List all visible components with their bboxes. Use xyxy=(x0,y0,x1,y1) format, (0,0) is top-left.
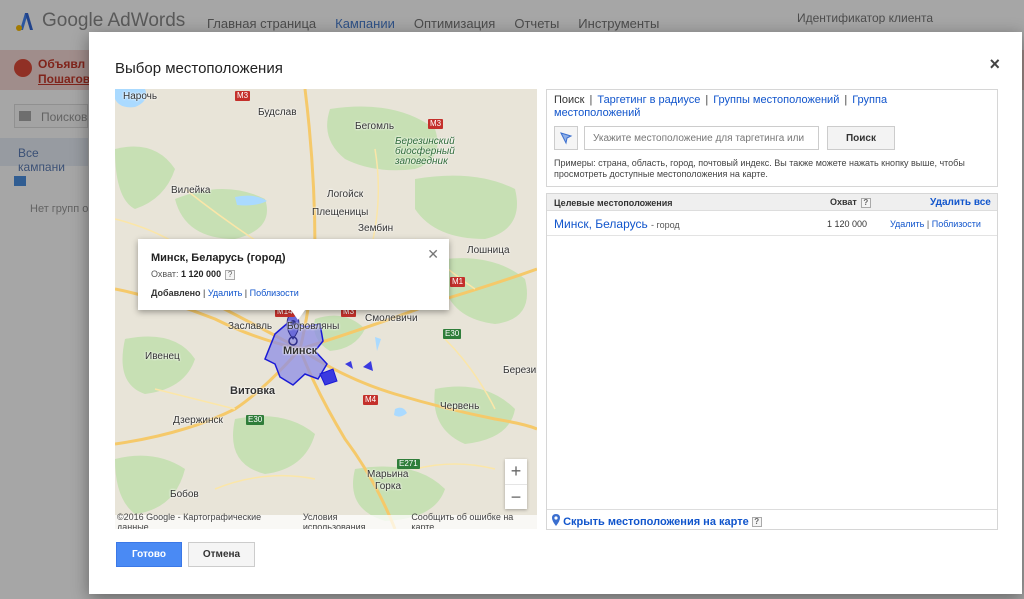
targeted-locations-table: Целевые местоположения Охват? Удалить вс… xyxy=(546,193,998,530)
map-label: Смолевичи xyxy=(365,313,418,324)
popup-reach: Охват: 1 120 000? xyxy=(151,269,236,280)
popup-title: Минск, Беларусь (город) xyxy=(151,252,286,264)
road-badge: E30 xyxy=(246,415,265,425)
search-tabs: Поиск | Таргетинг в радиусе | Группы местопо… xyxy=(554,94,888,119)
location-search-panel: Поиск | Таргетинг в радиусе | Группы местопо… xyxy=(546,89,998,187)
col-reach-header: Охват? xyxy=(830,197,871,208)
popup-nearby-link[interactable]: Поблизости xyxy=(250,288,299,298)
table-header: Целевые местоположения Охват? Удалить вс… xyxy=(547,194,997,211)
popup-remove-link[interactable]: Удалить xyxy=(208,288,242,298)
map-label: Дзержинск xyxy=(173,415,223,426)
map-label: Ивенец xyxy=(145,351,180,362)
location-pin-icon xyxy=(552,514,560,526)
help-icon[interactable]: ? xyxy=(225,269,236,280)
tab-location-group-cont[interactable]: местоположений xyxy=(554,107,640,119)
map-label: Плещеницы xyxy=(312,207,369,218)
location-map[interactable]: Нарочь Будслав Вилейка Логойск Плещеницы… xyxy=(115,89,537,529)
location-search-input[interactable]: Укажите местоположение для таргетинга ил… xyxy=(584,126,819,150)
remove-all-link[interactable]: Удалить все xyxy=(930,197,991,208)
map-label: Бегомль xyxy=(355,121,395,132)
map-label: Марьина xyxy=(367,469,409,480)
road-badge: M1 xyxy=(450,277,466,287)
location-reach: 1 120 000 xyxy=(827,219,868,229)
hide-locations-link[interactable]: Скрыть местоположения на карте? xyxy=(552,514,762,528)
row-nearby-link[interactable]: Поблизости xyxy=(932,219,981,229)
map-label: Будслав xyxy=(258,107,297,118)
map-label: Зембин xyxy=(358,223,394,234)
map-label: Березинский биосферный заповедник xyxy=(395,136,455,167)
row-actions: Удалить | Поблизости xyxy=(890,219,981,229)
location-name-link[interactable]: Минск, Беларусь xyxy=(554,217,648,231)
road-badge: M4 xyxy=(363,395,379,405)
road-badge: M3 xyxy=(235,91,251,101)
map-label: Червень xyxy=(440,401,480,412)
zoom-out-button[interactable]: − xyxy=(505,484,527,509)
zoom-in-button[interactable]: + xyxy=(505,459,527,484)
map-label: Вилейка xyxy=(171,185,211,196)
road-badge: E30 xyxy=(443,329,462,339)
map-label: Витовка xyxy=(230,385,276,397)
map-report-link[interactable]: Сообщить об ошибке на карте xyxy=(411,512,537,529)
map-pointer-icon xyxy=(560,132,573,145)
row-remove-link[interactable]: Удалить xyxy=(890,219,924,229)
map-label: Березино xyxy=(503,365,537,376)
map-select-button[interactable] xyxy=(554,126,578,150)
map-label: Заславль xyxy=(228,321,273,332)
map-label: Горка xyxy=(375,481,402,492)
popup-actions: Добавлено | Удалить | Поблизости xyxy=(151,288,299,298)
road-badge: M3 xyxy=(428,119,444,129)
dialog-title: Выбор местоположения xyxy=(115,60,283,77)
search-button[interactable]: Поиск xyxy=(827,126,895,150)
map-label: Нарочь xyxy=(123,91,158,102)
tab-search[interactable]: Поиск xyxy=(554,94,584,106)
col-location-header: Целевые местоположения xyxy=(554,198,673,208)
zoom-control: + − xyxy=(505,459,527,509)
popup-tail xyxy=(291,310,305,320)
done-button[interactable]: Готово xyxy=(116,542,182,567)
table-footer: Скрыть местоположения на карте? xyxy=(547,509,997,529)
map-terms-link[interactable]: Условия использования xyxy=(303,512,402,529)
popup-added-label: Добавлено xyxy=(151,288,201,298)
table-row: Минск, Беларусь - город 1 120 000 Удалит… xyxy=(547,212,997,236)
location-type: - город xyxy=(651,220,680,230)
close-icon[interactable]: × xyxy=(989,54,1000,75)
map-label: Логойск xyxy=(327,189,364,200)
search-examples-text: Примеры: страна, область, город, почтовы… xyxy=(554,158,965,179)
map-copyright: ©2016 Google - Картографические данные xyxy=(117,512,262,529)
map-footer: ©2016 Google - Картографические данные У… xyxy=(115,512,537,529)
popup-reach-value: 1 120 000 xyxy=(181,269,222,279)
help-icon[interactable]: ? xyxy=(751,517,762,528)
tab-location-group[interactable]: Группа xyxy=(852,94,887,106)
tab-radius[interactable]: Таргетинг в радиусе xyxy=(597,94,700,106)
tab-location-groups[interactable]: Группы местоположений xyxy=(713,94,839,106)
map-label: Боровляны xyxy=(287,321,340,332)
map-label: Бобов xyxy=(170,489,199,500)
map-label: Лошница xyxy=(467,245,510,256)
cancel-button[interactable]: Отмена xyxy=(188,542,255,567)
road-badge: E271 xyxy=(397,459,420,469)
help-icon[interactable]: ? xyxy=(860,197,871,208)
location-info-popup: Минск, Беларусь (город) ✕ Охват: 1 120 0… xyxy=(138,239,449,310)
map-label: Минск xyxy=(283,345,318,357)
location-dialog: Выбор местоположения × Нарочь Будслав Ви… xyxy=(89,32,1022,594)
popup-close-icon[interactable]: ✕ xyxy=(427,246,439,263)
